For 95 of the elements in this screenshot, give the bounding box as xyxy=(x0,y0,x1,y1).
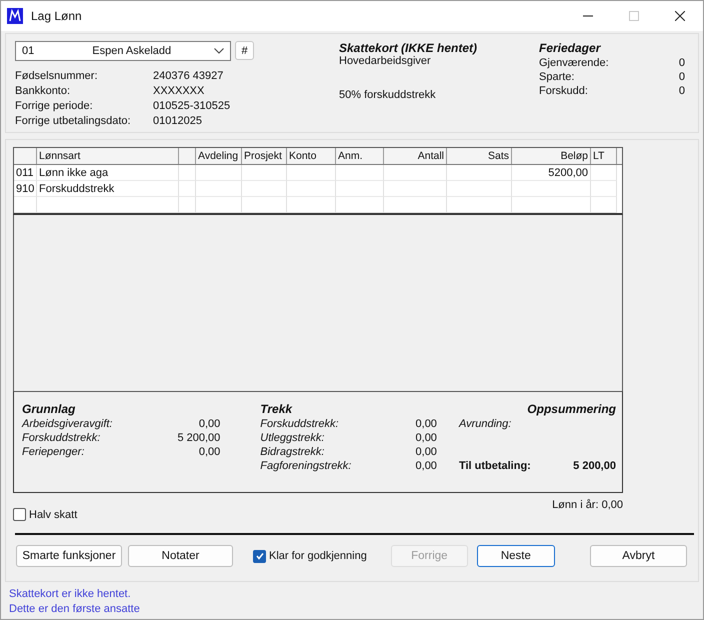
table-cell xyxy=(179,181,196,197)
tax-card-title: Skattekort (IKKE hentet) xyxy=(339,41,478,55)
table-cell xyxy=(196,197,242,213)
salary-this-year: Lønn i år: 0,00 xyxy=(552,499,623,513)
status-message: Dette er den første ansatte xyxy=(9,603,141,615)
half-tax-checkbox[interactable] xyxy=(13,508,26,521)
column-header[interactable]: Sats xyxy=(447,148,512,164)
table-cell xyxy=(196,181,242,197)
basis-label: Arbeidsgiveravgift: xyxy=(22,418,112,430)
info-label: Forrige periode: xyxy=(15,100,94,112)
table-cell xyxy=(179,165,196,181)
deduction-label: Forskuddstrekk: xyxy=(260,418,339,430)
table-cell xyxy=(242,165,287,181)
table-cell xyxy=(384,165,447,181)
deduction-label: Fagforeningstrekk: xyxy=(260,460,352,472)
approval-label: Klar for godkjenning xyxy=(269,550,367,562)
approval-checkbox[interactable] xyxy=(253,550,266,562)
table-cell: Lønn ikke aga xyxy=(37,165,179,181)
action-button[interactable]: Smarte funksjoner xyxy=(16,545,122,567)
table-cell: 011 xyxy=(14,165,37,181)
table-cell xyxy=(336,197,384,213)
table-cell: Forskuddstrekk xyxy=(37,181,179,197)
basis-label: Forskuddstrekk: xyxy=(22,432,100,444)
holiday-value: 0 xyxy=(678,71,685,83)
rounding-label: Avrunding: xyxy=(458,418,512,430)
table-cell xyxy=(287,181,336,197)
total-value: 5 200,00 xyxy=(573,460,616,472)
info-label: Forrige utbetalingsdato: xyxy=(15,115,132,127)
table-cell xyxy=(336,165,384,181)
table-cell xyxy=(447,197,512,213)
basis-label: Feriepenger: xyxy=(22,446,84,458)
table-cell xyxy=(384,181,447,197)
table-cell xyxy=(179,197,196,213)
status-message: Skattekort er ikke hentet. xyxy=(9,588,132,600)
window-title: Lag Lønn xyxy=(31,9,82,23)
holiday-label: Forskudd: xyxy=(539,85,588,97)
deduction-label: Utleggstrekk: xyxy=(260,432,324,444)
column-header[interactable]: Lønnsart xyxy=(37,148,179,164)
holiday-label: Sparte: xyxy=(539,71,574,83)
table-cell xyxy=(591,181,617,197)
table-cell xyxy=(384,197,447,213)
action-button[interactable]: Notater xyxy=(128,545,233,567)
column-header[interactable]: Anm. xyxy=(336,148,384,164)
table-cell xyxy=(591,165,617,181)
column-header[interactable]: Antall xyxy=(384,148,447,164)
checkmark-icon xyxy=(254,551,264,561)
holiday-value: 0 xyxy=(678,85,685,97)
deduction-value: 0,00 xyxy=(416,460,437,472)
holiday-value: 0 xyxy=(678,57,685,69)
table-cell xyxy=(242,181,287,197)
action-button[interactable]: Avbryt xyxy=(590,545,687,567)
info-value: 010525-310525 xyxy=(153,100,232,112)
action-button[interactable]: Neste xyxy=(476,545,555,567)
table-cell xyxy=(196,165,242,181)
column-header[interactable]: Prosjekt xyxy=(242,148,287,164)
summary-title: Oppsummering xyxy=(526,402,616,416)
employee-dropdown[interactable]: 01 Espen Askeladd xyxy=(15,41,231,61)
basis-title: Grunnlag xyxy=(22,402,76,416)
basis-value: 0,00 xyxy=(198,418,220,430)
basis-value: 5 200,00 xyxy=(177,432,220,444)
deduction-text: 50% forskuddstrekk xyxy=(339,89,437,101)
table-cell xyxy=(14,197,37,213)
column-header[interactable]: Konto xyxy=(287,148,336,164)
table-cell xyxy=(336,181,384,197)
deduction-value: 0,00 xyxy=(416,432,437,444)
employer-text: Hovedarbeidsgiver xyxy=(339,55,432,67)
column-header[interactable]: LT xyxy=(591,148,617,164)
deductions-title: Trekk xyxy=(260,402,294,416)
holidays-title: Feriedager xyxy=(539,41,602,55)
table-cell xyxy=(447,165,512,181)
holiday-label: Gjenværende: xyxy=(539,57,609,69)
column-header[interactable]: Beløp xyxy=(512,148,591,164)
table-cell xyxy=(591,197,617,213)
table-cell xyxy=(447,181,512,197)
table-cell xyxy=(287,165,336,181)
info-value: 01012025 xyxy=(153,115,203,127)
number-button[interactable]: # xyxy=(235,41,254,60)
info-value: XXXXXXX xyxy=(153,85,206,97)
table-cell xyxy=(242,197,287,213)
info-label: Fødselsnummer: xyxy=(15,70,99,82)
deduction-value: 0,00 xyxy=(416,446,437,458)
total-label: Til utbetaling: xyxy=(458,460,531,472)
info-value: 240376 43927 xyxy=(153,70,224,82)
app-logo-icon xyxy=(7,8,23,24)
info-label: Bankkonto: xyxy=(15,85,72,97)
chevron-down-icon xyxy=(214,48,224,54)
column-header[interactable]: Avdeling xyxy=(196,148,242,164)
half-tax-label: Halv skatt xyxy=(29,508,78,520)
table-cell: 910 xyxy=(14,181,37,197)
table-cell: 5200,00 xyxy=(512,165,591,181)
deduction-label: Bidragstrekk: xyxy=(260,446,324,458)
basis-value: 0,00 xyxy=(198,446,220,458)
deduction-value: 0,00 xyxy=(416,418,437,430)
table-cell xyxy=(287,197,336,213)
close-icon[interactable] xyxy=(675,11,685,21)
